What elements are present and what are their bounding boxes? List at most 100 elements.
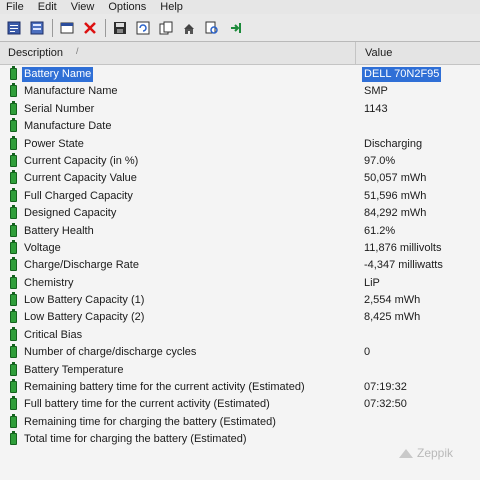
export-icon[interactable] bbox=[181, 20, 197, 36]
column-header-description[interactable]: Description bbox=[8, 47, 63, 59]
properties-icon[interactable] bbox=[59, 20, 75, 36]
table-row[interactable]: Current Capacity (in %) 97.0% bbox=[0, 152, 480, 170]
row-description: Battery Health bbox=[24, 224, 94, 237]
row-value: SMP bbox=[364, 85, 388, 98]
table-row[interactable]: Number of charge/discharge cycles 0 bbox=[0, 344, 480, 361]
save-icon[interactable] bbox=[112, 20, 128, 36]
battery-icon bbox=[10, 396, 17, 411]
table-row[interactable]: Low Battery Capacity (1) 2,554 mWh bbox=[0, 292, 480, 309]
report-icon[interactable] bbox=[6, 20, 22, 36]
table-row[interactable]: Battery Temperature bbox=[0, 361, 480, 379]
battery-icon bbox=[10, 413, 17, 428]
table-row[interactable]: Serial Number 1143 bbox=[0, 100, 480, 118]
row-description: Critical Bias bbox=[24, 328, 83, 341]
toolbar-separator bbox=[52, 18, 53, 37]
sort-arrow-icon: / bbox=[76, 46, 79, 56]
battery-icon bbox=[10, 344, 17, 359]
watermark-logo-icon bbox=[399, 449, 413, 458]
row-value: DELL 70N2F95 bbox=[362, 67, 442, 82]
battery-icon bbox=[10, 379, 17, 394]
row-description: Low Battery Capacity (2) bbox=[24, 311, 145, 324]
battery-info-table: Description / Value Battery Name DELL 70N… bbox=[0, 42, 480, 480]
battery-icon bbox=[10, 309, 17, 324]
find-icon[interactable] bbox=[204, 20, 220, 36]
table-row[interactable]: Designed Capacity 84,292 mWh bbox=[0, 205, 480, 222]
row-description: Manufacture Date bbox=[24, 120, 112, 133]
row-description: Number of charge/discharge cycles bbox=[24, 346, 197, 359]
toolbar bbox=[0, 14, 480, 42]
row-value: 2,554 mWh bbox=[364, 294, 421, 307]
row-description: Remaining time for charging the battery … bbox=[24, 415, 276, 428]
list-icon[interactable] bbox=[29, 20, 45, 36]
battery-icon bbox=[10, 66, 17, 80]
table-row[interactable]: Full battery time for the current activi… bbox=[0, 396, 480, 413]
row-description: Charge/Discharge Rate bbox=[24, 259, 139, 272]
table-row[interactable]: Voltage 11,876 millivolts bbox=[0, 239, 480, 257]
watermark-text: Zeppik bbox=[417, 446, 454, 460]
row-value: 84,292 mWh bbox=[364, 207, 427, 220]
row-value: Discharging bbox=[364, 137, 423, 150]
menu-edit[interactable]: Edit bbox=[32, 0, 65, 14]
battery-icon bbox=[10, 274, 17, 289]
table-row[interactable]: Power State Discharging bbox=[0, 135, 480, 153]
row-description: Battery Temperature bbox=[24, 363, 124, 376]
battery-icon bbox=[10, 170, 17, 185]
row-description: Full Charged Capacity bbox=[24, 189, 133, 202]
table-row[interactable]: Low Battery Capacity (2) 8,425 mWh bbox=[0, 309, 480, 326]
table-rows: Battery Name DELL 70N2F95 Manufacture Name… bbox=[0, 66, 480, 449]
row-value: 8,425 mWh bbox=[364, 311, 421, 324]
table-row[interactable]: Battery Name DELL 70N2F95 bbox=[0, 66, 480, 83]
table-row[interactable]: Charge/Discharge Rate -4,347 milliwatts bbox=[0, 257, 480, 274]
row-value: 97.0% bbox=[364, 154, 396, 167]
row-value: 51,596 mWh bbox=[364, 189, 427, 202]
battery-icon bbox=[10, 187, 17, 202]
table-row[interactable]: Manufacture Date bbox=[0, 118, 480, 135]
battery-icon bbox=[10, 361, 17, 376]
menu-options[interactable]: Options bbox=[102, 0, 154, 14]
row-description: Power State bbox=[24, 137, 84, 150]
row-value: 0 bbox=[364, 346, 371, 359]
table-row[interactable]: Battery Health 61.2% bbox=[0, 222, 480, 240]
toolbar-separator bbox=[105, 18, 106, 37]
table-row[interactable]: Full Charged Capacity 51,596 mWh bbox=[0, 187, 480, 205]
menu-bar: File Edit View Options Help bbox=[0, 0, 480, 14]
close-icon[interactable] bbox=[82, 20, 98, 36]
column-header-value[interactable]: Value bbox=[365, 47, 392, 59]
row-value: 61.2% bbox=[364, 224, 396, 237]
battery-icon bbox=[10, 292, 17, 307]
table-row[interactable]: Remaining time for charging the battery … bbox=[0, 413, 480, 431]
row-description: Voltage bbox=[24, 241, 61, 254]
row-value: 07:19:32 bbox=[364, 381, 407, 394]
battery-icon bbox=[10, 239, 17, 254]
battery-icon bbox=[10, 100, 17, 115]
battery-icon bbox=[10, 205, 17, 220]
battery-icon bbox=[10, 135, 17, 150]
row-description: Total time for charging the battery (Est… bbox=[24, 433, 247, 446]
exit-icon[interactable] bbox=[227, 20, 243, 36]
row-description: Serial Number bbox=[24, 102, 95, 115]
row-value bbox=[362, 432, 366, 447]
refresh-icon[interactable] bbox=[135, 20, 151, 36]
menu-help[interactable]: Help bbox=[154, 0, 191, 14]
table-row[interactable]: Chemistry LiP bbox=[0, 274, 480, 292]
row-description: Full battery time for the current activi… bbox=[24, 398, 270, 411]
row-description: Chemistry bbox=[24, 276, 74, 289]
table-row[interactable]: Remaining battery time for the current a… bbox=[0, 379, 480, 396]
menu-file[interactable]: File bbox=[0, 0, 32, 14]
battery-icon bbox=[10, 257, 17, 272]
battery-icon bbox=[10, 326, 17, 341]
table-row[interactable]: Critical Bias bbox=[0, 326, 480, 344]
row-description: Designed Capacity bbox=[24, 207, 117, 220]
watermark: Zeppik bbox=[398, 446, 453, 460]
row-description: Remaining battery time for the current a… bbox=[24, 381, 305, 394]
table-row[interactable]: Manufacture Name SMP bbox=[0, 83, 480, 100]
battery-icon bbox=[10, 152, 17, 167]
copy-icon[interactable] bbox=[158, 20, 174, 36]
row-description: Low Battery Capacity (1) bbox=[24, 294, 145, 307]
row-value: LiP bbox=[364, 276, 380, 289]
row-description: Current Capacity (in %) bbox=[24, 154, 139, 167]
row-value bbox=[362, 415, 366, 430]
column-divider[interactable] bbox=[355, 42, 356, 64]
table-row[interactable]: Current Capacity Value 50,057 mWh bbox=[0, 170, 480, 187]
menu-view[interactable]: View bbox=[65, 0, 103, 14]
